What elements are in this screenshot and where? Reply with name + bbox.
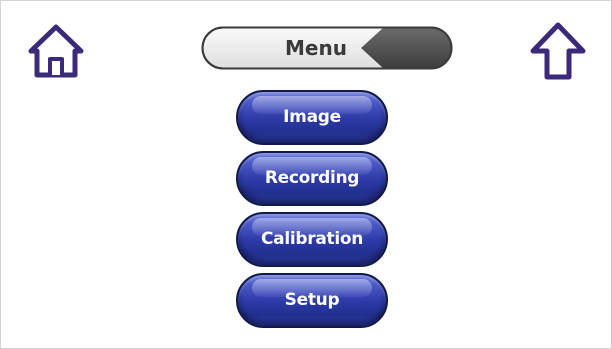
calibration-button-label: Calibration: [260, 229, 364, 249]
arrow-up-icon: [530, 22, 586, 80]
screen-frame: Menu Image Recording Calibration Setup: [0, 0, 612, 349]
image-button[interactable]: Image: [236, 90, 388, 145]
menu-list: Image Recording Calibration Setup: [236, 90, 388, 334]
recording-button-label: Recording: [264, 168, 360, 188]
calibration-button[interactable]: Calibration: [236, 212, 388, 267]
image-button-label: Image: [283, 107, 341, 127]
recording-button[interactable]: Recording: [236, 151, 388, 206]
menu-title-bar: Menu: [201, 26, 453, 70]
home-icon: [28, 24, 84, 78]
page-title: Menu: [285, 36, 347, 60]
home-button[interactable]: [25, 21, 87, 83]
up-button[interactable]: [527, 21, 589, 83]
setup-button[interactable]: Setup: [236, 273, 388, 328]
setup-button-label: Setup: [284, 290, 340, 310]
